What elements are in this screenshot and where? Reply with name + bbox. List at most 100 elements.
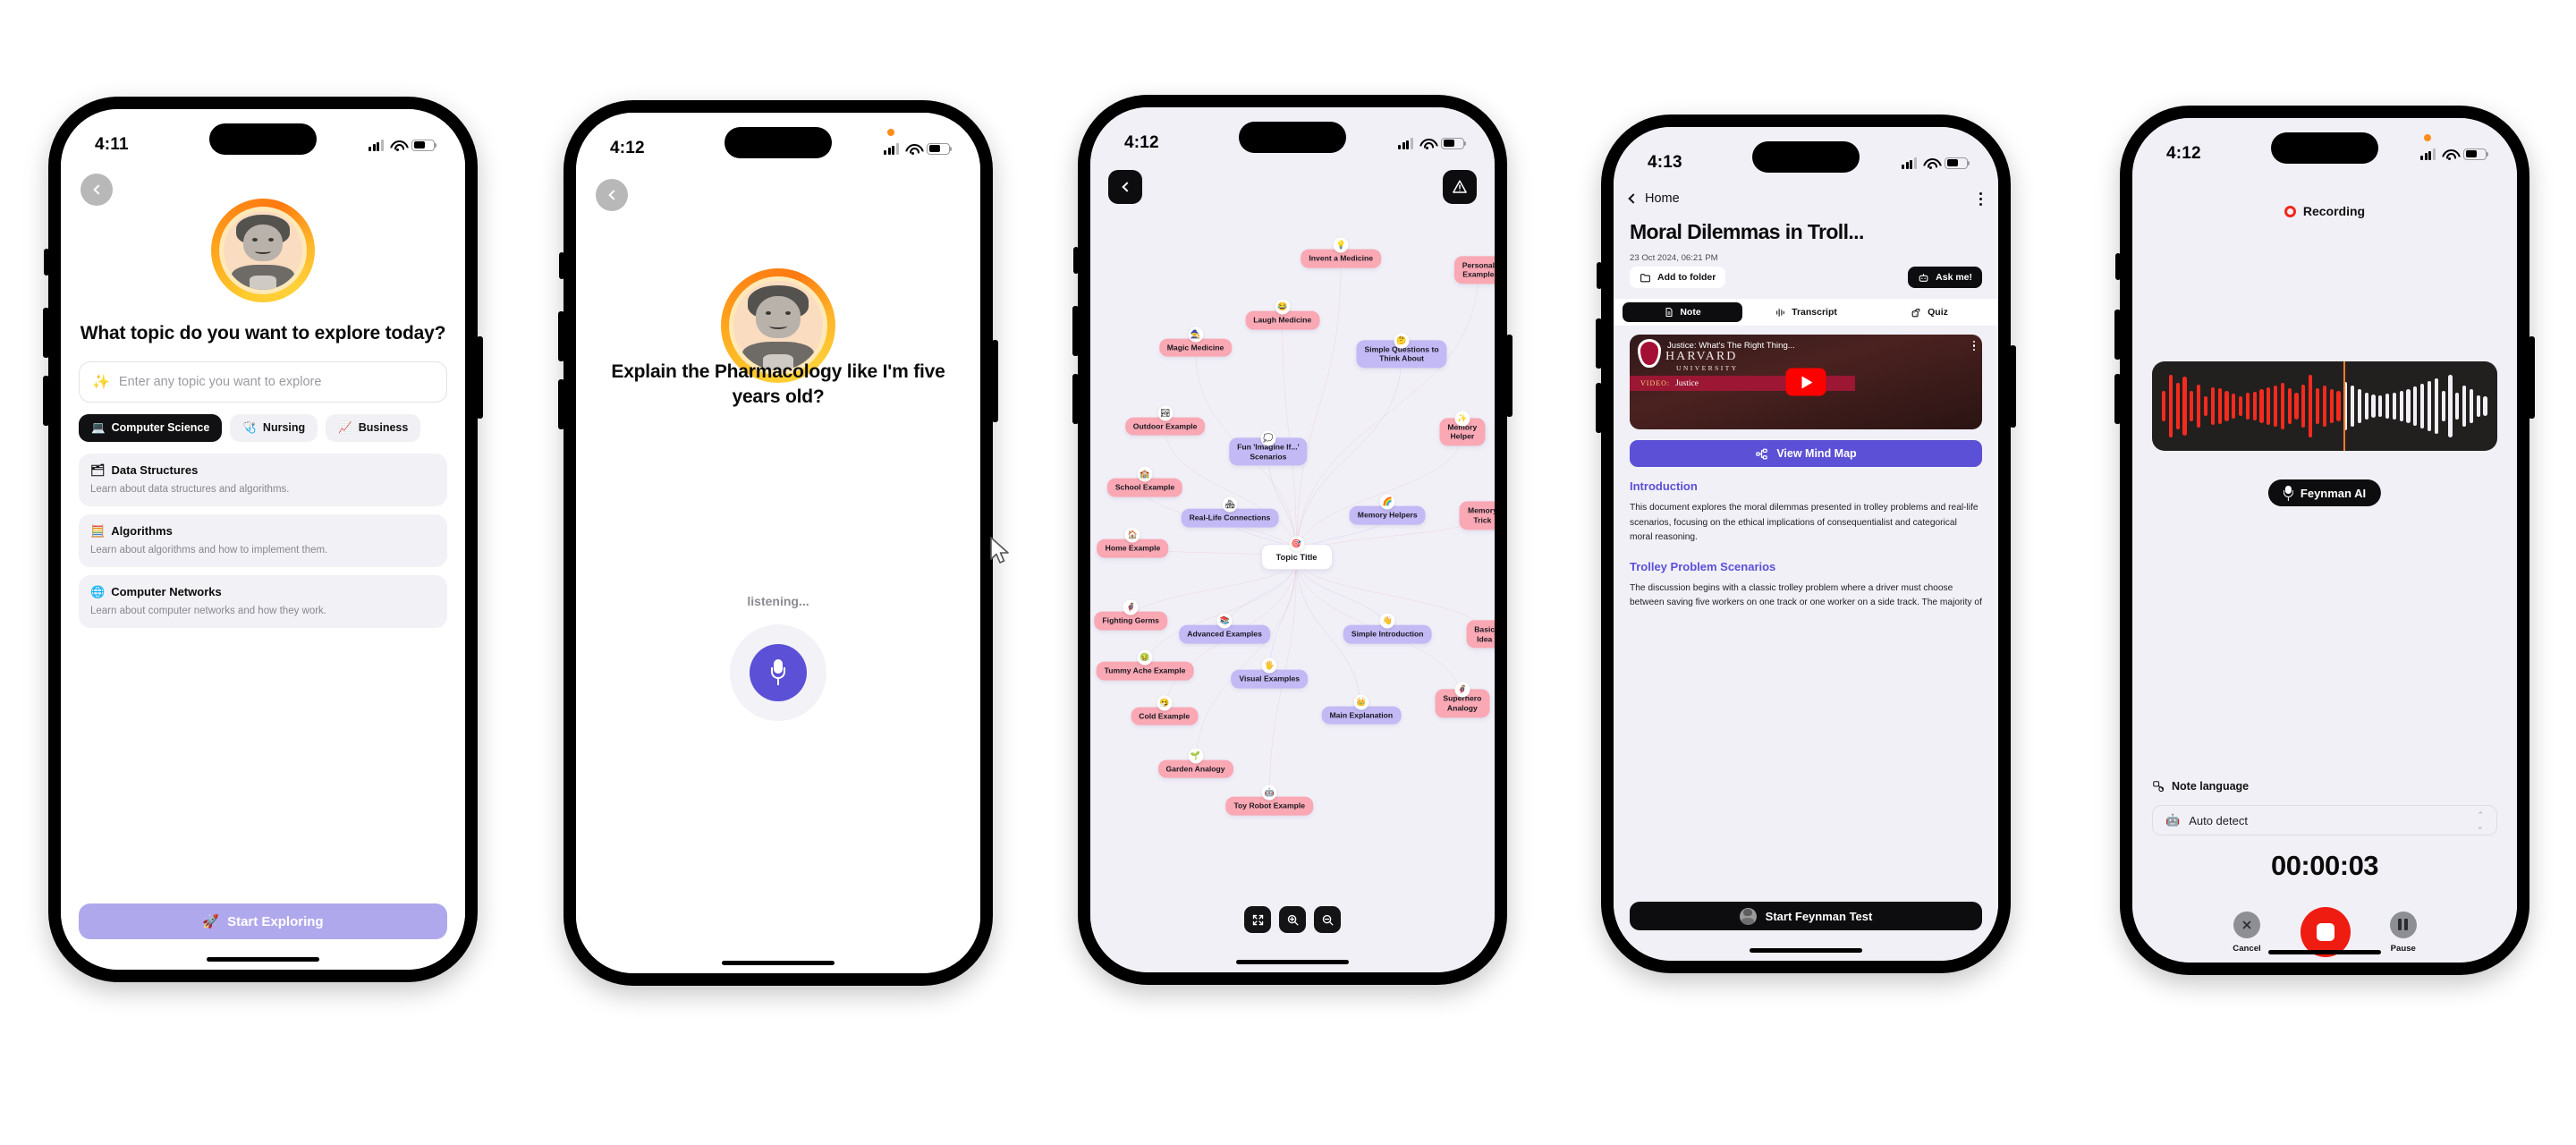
volume-up-button[interactable]: [1072, 306, 1079, 356]
add-to-folder-button[interactable]: Add to folder: [1630, 267, 1726, 288]
tab-note[interactable]: Note: [1623, 302, 1742, 322]
mindmap-node-icon: 🖐: [1261, 657, 1277, 674]
waveform-bar: [2448, 375, 2453, 437]
wifi-icon: [390, 140, 405, 152]
waveform-bar: [2287, 388, 2292, 424]
mic-button[interactable]: [750, 644, 807, 701]
volume-down-button[interactable]: [2114, 374, 2121, 424]
phone-2-screen: 4:12 Explain the Pharmacology like I'm f…: [576, 113, 980, 973]
waveform-bar: [2336, 391, 2341, 421]
back-button[interactable]: [80, 174, 113, 206]
mindmap-node-icon: 👋: [1379, 613, 1395, 629]
pause-recording-button[interactable]: Pause: [2389, 911, 2417, 954]
volume-up-button[interactable]: [1596, 318, 1602, 369]
phone-1-screen: 4:11 What topic do you want to explore t…: [61, 109, 465, 970]
chevron-left-icon: [1121, 182, 1132, 192]
volume-up-button[interactable]: [43, 308, 49, 358]
status-indicators: [1398, 137, 1467, 150]
tab-transcript[interactable]: Transcript: [1746, 302, 1866, 322]
robot-icon: [1919, 273, 1928, 282]
waveform-bar: [2252, 392, 2257, 420]
youtube-play-icon[interactable]: [1785, 368, 1826, 396]
ask-me-button[interactable]: Ask me!: [1908, 267, 1982, 288]
kebab-menu-icon[interactable]: [1979, 191, 1982, 206]
mindmap-node-icon: 🏘: [1222, 496, 1238, 513]
waveform-bar: [2378, 395, 2383, 417]
topic-card[interactable]: 🧮 Algorithms Learn about algorithms and h…: [79, 513, 447, 567]
waveform-icon: [1776, 308, 1784, 317]
mindmap-node-icon: 📚: [1216, 613, 1233, 629]
video-thumbnail[interactable]: HARVARD UNIVERSITY Justice: What's The R…: [1630, 335, 1982, 429]
mindmap-node[interactable]: Memory Trick: [1459, 501, 1495, 530]
status-time: 4:11: [95, 135, 129, 154]
volume-down-button[interactable]: [43, 376, 49, 426]
mindmap-canvas[interactable]: Invent a Medicine 💡 Personal Example Laugh …: [1090, 107, 1495, 972]
fullscreen-icon: [1252, 914, 1263, 925]
mindmap-node-icon: 🤧: [1157, 695, 1173, 711]
topic-card[interactable]: 🌐 Computer Networks Learn about computer …: [79, 574, 447, 628]
power-button[interactable]: [2010, 345, 2016, 428]
voice-prompt-text: Explain the Pharmacology like I'm five y…: [611, 361, 945, 407]
home-indicator[interactable]: [207, 957, 319, 962]
home-indicator[interactable]: [1236, 960, 1349, 964]
zoom-in-icon: [1287, 914, 1298, 925]
dynamic-island: [724, 127, 832, 158]
section-heading: Introduction: [1630, 479, 1698, 493]
silent-switch[interactable]: [2115, 253, 2121, 280]
silent-switch[interactable]: [44, 249, 49, 276]
volume-up-button[interactable]: [2114, 310, 2121, 360]
start-exploring-button[interactable]: 🚀 Start Exploring: [79, 903, 447, 939]
chip-computer-science[interactable]: 💻 Computer Science: [79, 413, 223, 442]
mindmap-node[interactable]: Basic Idea: [1466, 620, 1495, 649]
volume-up-button[interactable]: [558, 311, 564, 361]
playhead-line[interactable]: [2343, 361, 2345, 451]
tab-quiz[interactable]: Quiz: [1869, 302, 1989, 322]
cancel-recording-button[interactable]: Cancel: [2233, 911, 2261, 954]
silent-switch[interactable]: [559, 252, 564, 279]
waveform-bar: [2399, 391, 2403, 421]
section-body: This document explores the moral dilemma…: [1630, 503, 1979, 543]
waveform-bar: [2217, 388, 2222, 424]
silent-switch[interactable]: [1597, 262, 1602, 289]
view-mind-map-button[interactable]: View Mind Map: [1630, 440, 1982, 467]
power-button[interactable]: [992, 340, 998, 422]
volume-down-button[interactable]: [1596, 383, 1602, 433]
power-button[interactable]: [2529, 336, 2535, 419]
recording-label: Recording: [2302, 204, 2366, 218]
topic-card-list: 🗂 Data Structures Learn about data struct…: [79, 453, 447, 628]
power-button[interactable]: [1506, 335, 1513, 417]
topic-search-input[interactable]: ✨ Enter any topic you want to explore: [79, 360, 447, 403]
start-feynman-test-button[interactable]: Start Feynman Test: [1630, 902, 1982, 930]
home-indicator[interactable]: [1750, 948, 1862, 953]
topic-card[interactable]: 🗂 Data Structures Learn about data struct…: [79, 453, 447, 506]
power-button[interactable]: [477, 336, 483, 419]
battery-icon: [927, 142, 953, 155]
category-chip-row[interactable]: 💻 Computer Science 🩺 Nursing 📈 Business: [79, 413, 447, 442]
home-indicator[interactable]: [2268, 950, 2381, 954]
note-language-select[interactable]: 🤖 Auto detect ⌃ ⌃: [2152, 805, 2497, 835]
report-issue-button[interactable]: [1443, 170, 1477, 204]
mindmap-node[interactable]: Personal Example: [1453, 256, 1495, 284]
phone-5-screen: 4:12 Recording Feynman AI Note language …: [2132, 118, 2517, 963]
back-button[interactable]: [596, 179, 628, 211]
video-menu-icon[interactable]: [1972, 341, 1975, 352]
chip-business[interactable]: 📈 Business: [326, 413, 421, 442]
tab-bar: Note Transcript Quiz: [1614, 299, 1998, 326]
zoom-out-button[interactable]: [1314, 906, 1341, 933]
cursor-arrow-icon: [990, 537, 1009, 564]
zoom-in-button[interactable]: [1279, 906, 1306, 933]
back-button[interactable]: [1108, 170, 1142, 204]
silent-switch[interactable]: [1073, 247, 1079, 274]
waveform-bar: [2371, 394, 2376, 418]
microphone-active-indicator: [887, 129, 894, 136]
section-heading: Trolley Problem Scenarios: [1630, 559, 1776, 573]
volume-down-button[interactable]: [558, 379, 564, 429]
back-to-home-button[interactable]: Home: [1628, 191, 1680, 206]
fit-to-screen-button[interactable]: [1244, 906, 1271, 933]
feynman-ai-chip[interactable]: Feynman AI: [2267, 479, 2382, 506]
video-title: Justice: What's The Right Thing...: [1667, 341, 1795, 351]
chip-nursing[interactable]: 🩺 Nursing: [230, 413, 318, 442]
home-indicator[interactable]: [722, 961, 835, 965]
view-mind-map-label: View Mind Map: [1776, 447, 1857, 460]
volume-down-button[interactable]: [1072, 374, 1079, 424]
